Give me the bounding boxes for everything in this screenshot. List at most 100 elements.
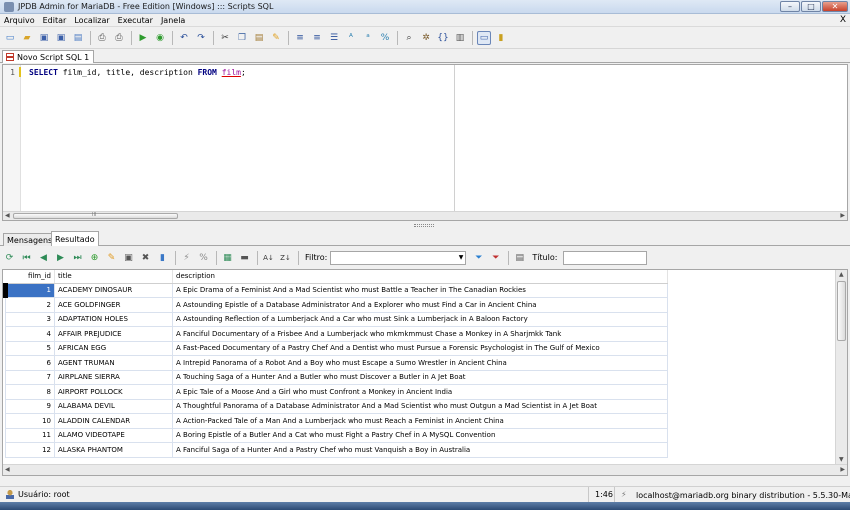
editor-horizontal-scrollbar[interactable]: ◀ III ▶ [3,211,847,220]
last-icon[interactable]: ⏭ [71,251,84,264]
minimize-icon[interactable]: – [780,1,800,12]
cell-description[interactable]: A Astounding Epistle of a Database Admin… [172,297,668,313]
prev-icon[interactable]: ◀ [37,251,50,264]
save-as-icon[interactable]: ▣ [54,31,68,45]
splitter[interactable] [0,221,850,231]
sql-editor[interactable]: 1 SELECT film_id, title, description FRO… [2,64,848,221]
cell-title[interactable]: ALADDIN CALENDAR [54,413,173,429]
cell-description[interactable]: A Thoughtful Panorama of a Database Admi… [172,398,668,414]
scroll-left-icon[interactable]: ◀ [5,212,10,220]
uppercase-icon[interactable]: ᴬ [344,31,358,45]
grid-horizontal-scrollbar[interactable]: ◀ ▶ [3,464,847,475]
lowercase-icon[interactable]: ᵃ [361,31,375,45]
tab-novo-script[interactable]: Novo Script SQL 1 [2,50,95,63]
cell-title[interactable]: AFFAIR PREJUDICE [54,326,173,342]
paste-icon[interactable]: ▤ [252,31,266,45]
grid-scroll-thumb[interactable] [837,281,846,341]
cell-film-id[interactable]: 6 [5,355,55,371]
menu-localizar[interactable]: Localizar [70,16,113,25]
refresh-icon[interactable]: ⟳ [3,251,16,264]
filter-clear-icon[interactable]: ⏷ [489,251,502,264]
cell-title[interactable]: AFRICAN EGG [54,340,173,356]
cell-description[interactable]: A Epic Tale of a Moose And a Girl who mu… [172,384,668,400]
table-row[interactable]: 7 AIRPLANE SIERRA A Touching Saga of a Hun… [5,369,668,385]
new-icon[interactable]: ▭ [3,31,17,45]
table-row[interactable]: 4 AFFAIR PREJUDICE A Fanciful Documentary … [5,326,668,342]
table-row[interactable]: 6 AGENT TRUMAN A Intrepid Panorama of a Ro… [5,355,668,371]
save-icon[interactable]: ▣ [37,31,51,45]
column-header-film-id[interactable]: film_id [5,270,55,284]
cell-title[interactable]: ALAMO VIDEOTAPE [54,427,173,443]
cell-film-id[interactable]: 8 [5,384,55,400]
comment-icon[interactable]: % [378,31,392,45]
run-icon[interactable]: ▶ [136,31,150,45]
scroll-left-icon[interactable]: ◀ [5,466,10,473]
cell-title[interactable]: ALABAMA DEVIL [54,398,173,414]
cell-title[interactable]: AGENT TRUMAN [54,355,173,371]
table-row[interactable]: 8 AIRPORT POLLOCK A Epic Tale of a Moose A… [5,384,668,400]
panel-icon[interactable]: ▭ [477,30,491,45]
format-icon[interactable]: ☰ [327,31,341,45]
grid-icon[interactable]: ▦ [221,251,234,264]
settings-icon[interactable]: ✲ [419,31,433,45]
script-icon[interactable]: ▥ [453,31,467,45]
scroll-thumb[interactable]: III [13,212,178,219]
column-header-description[interactable]: description [172,270,668,284]
filter-apply-icon[interactable]: ⏷ [472,251,485,264]
cancel-icon[interactable]: ▮ [156,251,169,264]
menu-arquivo[interactable]: Arquivo [0,16,39,25]
table-row[interactable]: 2 ACE GOLDFINGER A Astounding Epistle of a… [5,297,668,313]
cell-film-id[interactable]: 10 [5,413,55,429]
table-row[interactable]: 1 ACADEMY DINOSAUR A Epic Drama of a Femin… [3,282,668,298]
menu-executar[interactable]: Executar [114,16,157,25]
cell-description[interactable]: A Fast-Paced Documentary of a Pastry Che… [172,340,668,356]
undo-icon[interactable]: ↶ [177,31,191,45]
cell-title[interactable]: AIRPLANE SIERRA [54,369,173,385]
sort-asc-icon[interactable]: A↓ [262,251,275,264]
edit-row-icon[interactable]: ✎ [105,251,118,264]
scroll-down-icon[interactable]: ▼ [839,456,844,463]
cell-title[interactable]: ADAPTATION HOLES [54,311,173,327]
sort-desc-icon[interactable]: Z↓ [279,251,292,264]
close-script-icon[interactable]: ▤ [71,31,85,45]
percent-icon[interactable]: % [197,251,210,264]
cell-description[interactable]: A Touching Saga of a Hunter And a Butler… [172,369,668,385]
first-icon[interactable]: ⏮ [20,251,33,264]
cut-icon[interactable]: ✂ [218,31,232,45]
result-grid[interactable]: film_id title description 1 ACADEMY DINOS… [2,269,848,476]
sql-code-line[interactable]: SELECT film_id, title, description FROM … [29,68,246,77]
print-icon[interactable]: ⎙ [112,31,126,45]
brackets-icon[interactable]: {} [436,31,450,45]
scroll-right-icon[interactable]: ▶ [840,212,845,220]
cell-description[interactable]: A Epic Drama of a Feminist And a Mad Sci… [172,282,668,298]
next-icon[interactable]: ▶ [54,251,67,264]
run-step-icon[interactable]: ◉ [153,31,167,45]
form-icon[interactable]: ▬ [238,251,251,264]
cell-title[interactable]: ACE GOLDFINGER [54,297,173,313]
maximize-icon[interactable]: □ [801,1,821,12]
add-row-icon[interactable]: ⊕ [88,251,101,264]
copy-icon[interactable]: ❐ [235,31,249,45]
table-row[interactable]: 3 ADAPTATION HOLES A Astounding Reflection… [5,311,668,327]
cell-title[interactable]: ALASKA PHANTOM [54,442,173,458]
print-preview-icon[interactable]: ⎙ [95,31,109,45]
tab-mensagens[interactable]: Mensagens [3,233,57,246]
splitter-grip[interactable] [414,224,434,227]
cell-title[interactable]: AIRPORT POLLOCK [54,384,173,400]
title-input[interactable] [563,250,648,265]
cell-film-id[interactable]: 5 [5,340,55,356]
grid-vertical-scrollbar[interactable]: ▲ ▼ [835,270,847,464]
cell-description[interactable]: A Action-Packed Tale of a Man And a Lumb… [172,413,668,429]
table-row[interactable]: 5 AFRICAN EGG A Fast-Paced Documentary of … [5,340,668,356]
filter-input[interactable]: ▼ [330,250,467,265]
clear-icon[interactable]: ✎ [269,31,283,45]
cell-description[interactable]: A Fanciful Documentary of a Frisbee And … [172,326,668,342]
scroll-right-icon[interactable]: ▶ [840,466,845,473]
cut-col-icon[interactable]: ⚡ [180,251,193,264]
table-row[interactable]: 9 ALABAMA DEVIL A Thoughtful Panorama of a… [5,398,668,414]
cell-description[interactable]: A Astounding Reflection of a Lumberjack … [172,311,668,327]
indent-icon[interactable]: ≡ [293,31,307,45]
scroll-up-icon[interactable]: ▲ [839,271,844,278]
column-header-title[interactable]: title [54,270,173,284]
cell-title[interactable]: ACADEMY DINOSAUR [54,282,173,298]
